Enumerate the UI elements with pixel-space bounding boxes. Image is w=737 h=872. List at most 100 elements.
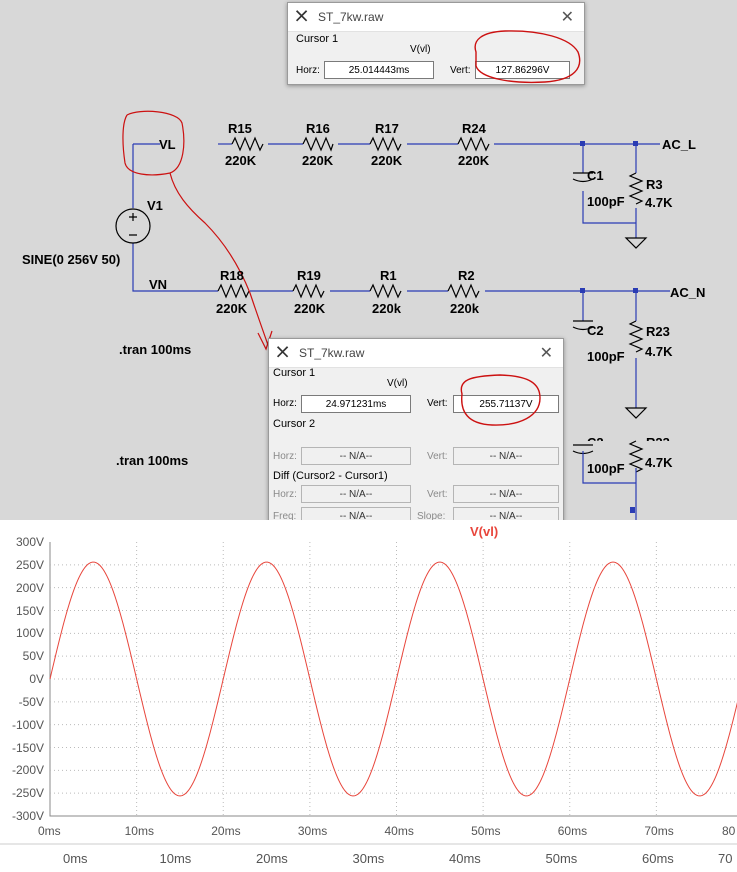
c2b-name: C2 [587, 435, 604, 441]
cursor2-label: Cursor 2 [273, 418, 316, 430]
r1-name: R1 [380, 268, 397, 283]
cursor1-label: Cursor 1 [273, 367, 316, 379]
diff-label: Diff (Cursor2 - Cursor1) [273, 470, 388, 482]
trace-v-vl [49, 561, 737, 797]
vert-label: Vert: [427, 489, 448, 500]
y-tick-label: -50V [18, 694, 44, 709]
x-tick-label: 30ms [297, 824, 328, 838]
source-name: V1 [147, 198, 163, 213]
vert-label: Vert: [450, 65, 471, 76]
vert-label: Vert: [427, 451, 448, 462]
dialog-titlebar[interactable]: ⨉ ST_7kw.raw ✕ [288, 3, 584, 32]
annotation-marks [122, 110, 273, 351]
x-tick-label: 40ms [384, 824, 414, 838]
ltspice-app-icon: ⨉ [296, 8, 308, 24]
r16-name: R16 [306, 121, 330, 136]
r24-value: 220K [458, 153, 490, 168]
r23b-value: 4.7K [645, 455, 673, 470]
y-tick-label: 300V [15, 535, 44, 549]
dialog-title: ST_7kw.raw [299, 346, 365, 360]
x-tick-label: 0ms [38, 824, 61, 838]
x-tick-label: 10ms [124, 824, 154, 838]
x-tick-label-lower: 30ms [352, 851, 385, 866]
y-tick-label: 200V [15, 580, 44, 595]
r2-value: 220k [450, 301, 479, 316]
r3-value: 4.7K [645, 195, 673, 210]
horz-label: Horz: [273, 489, 297, 500]
y-tick-label: -300V [11, 809, 44, 823]
r16-value: 220K [302, 153, 334, 168]
x-tick-label: 70ms [644, 824, 674, 838]
c1-name: C1 [587, 168, 604, 183]
dialog-title: ST_7kw.raw [318, 10, 384, 24]
diff-vert-field[interactable]: -- N/A-- [453, 485, 559, 503]
waveform-plot[interactable] [0, 520, 737, 872]
r18-value: 220K [216, 301, 248, 316]
r2-name: R2 [458, 268, 475, 283]
tran-directive-2: .tran 100ms [116, 453, 189, 468]
r23b-name: R23 [646, 435, 670, 441]
net-ac-l: AC_L [662, 137, 696, 152]
x-tick-label-lower: 10ms [159, 851, 192, 866]
vert-label: Vert: [427, 398, 448, 409]
source-value: SINE(0 256V 50) [22, 252, 121, 267]
x-tick-label: 20ms [211, 824, 241, 838]
r17-value: 220K [371, 153, 403, 168]
c1-value: 100pF [587, 194, 625, 209]
r15-name: R15 [228, 121, 252, 136]
c2b-value: 100pF [587, 461, 625, 476]
x-tick-label-lower: 50ms [545, 851, 578, 866]
r15-value: 220K [225, 153, 257, 168]
x-tick-label-lower: 0ms [63, 851, 88, 866]
tran-directive: .tran 100ms [119, 342, 192, 357]
y-tick-label: -150V [11, 740, 44, 755]
x-tick-label-lower: 70 [718, 851, 733, 866]
r1-value: 220k [372, 301, 401, 316]
horz-value-field[interactable]: 25.014443ms [324, 61, 434, 79]
cursor-dialog-top[interactable]: ⨉ ST_7kw.raw ✕ Cursor 1 V(vl) Horz: 25.0… [287, 2, 585, 85]
x-tick-label-lower: 20ms [256, 851, 288, 866]
x-tick-label: 80 [722, 824, 736, 838]
r19-value: 220K [294, 301, 326, 316]
x-tick-label-lower: 40ms [449, 851, 481, 866]
vert-value-field[interactable]: 127.86296V [475, 61, 570, 79]
y-tick-label: -200V [11, 763, 44, 778]
net-ac-n: AC_N [670, 285, 706, 300]
y-tick-label: 100V [15, 626, 44, 641]
horz-label: Horz: [273, 451, 297, 462]
close-icon[interactable]: ✕ [540, 343, 553, 363]
signal-name: V(vl) [387, 378, 408, 389]
signal-name: V(vl) [410, 44, 431, 55]
x-tick-label: 60ms [557, 824, 588, 838]
y-tick-label: 50V [22, 649, 44, 664]
r3-name: R3 [646, 177, 663, 192]
dialog-titlebar[interactable]: ⨉ ST_7kw.raw ✕ [269, 339, 563, 368]
r19-name: R19 [297, 268, 321, 283]
c2-value: 100pF [587, 349, 625, 364]
waveform-panel[interactable]: 300V 250V 200V 150V 100V 50V 0V -50V -100V -150V -… [0, 520, 737, 872]
y-tick-label: -250V [11, 786, 44, 801]
cursor2-vert-field[interactable]: -- N/A-- [453, 447, 559, 465]
vert-value-field[interactable]: 255.71137V [453, 395, 559, 413]
y-tick-label: 0V [29, 672, 44, 686]
y-tick-label: 150V [15, 603, 44, 618]
horz-label: Horz: [273, 398, 297, 409]
close-icon[interactable]: ✕ [561, 7, 574, 27]
y-tick-label: -100V [11, 717, 44, 732]
horz-label: Horz: [296, 65, 320, 76]
plot-axes [49, 542, 737, 817]
horz-value-field[interactable]: 24.971231ms [301, 395, 411, 413]
net-vn: VN [149, 277, 168, 292]
cursor2-horz-field[interactable]: -- N/A-- [301, 447, 411, 465]
trace-label[interactable]: V(vl) [470, 524, 498, 539]
r17-name: R17 [375, 121, 399, 136]
x-tick-label-lower: 60ms [642, 851, 674, 866]
c2-name: C2 [587, 323, 604, 338]
r23-value: 4.7K [645, 344, 673, 359]
ltspice-app-icon: ⨉ [277, 344, 289, 360]
r24-name: R24 [462, 121, 486, 136]
diff-horz-field[interactable]: -- N/A-- [301, 485, 411, 503]
cursor1-label: Cursor 1 [296, 33, 339, 45]
cursor-dialog-main[interactable]: ⨉ ST_7kw.raw ✕ Cursor 1 V(vl) Horz: 24.9… [268, 338, 564, 522]
r23-name: R23 [646, 324, 670, 339]
